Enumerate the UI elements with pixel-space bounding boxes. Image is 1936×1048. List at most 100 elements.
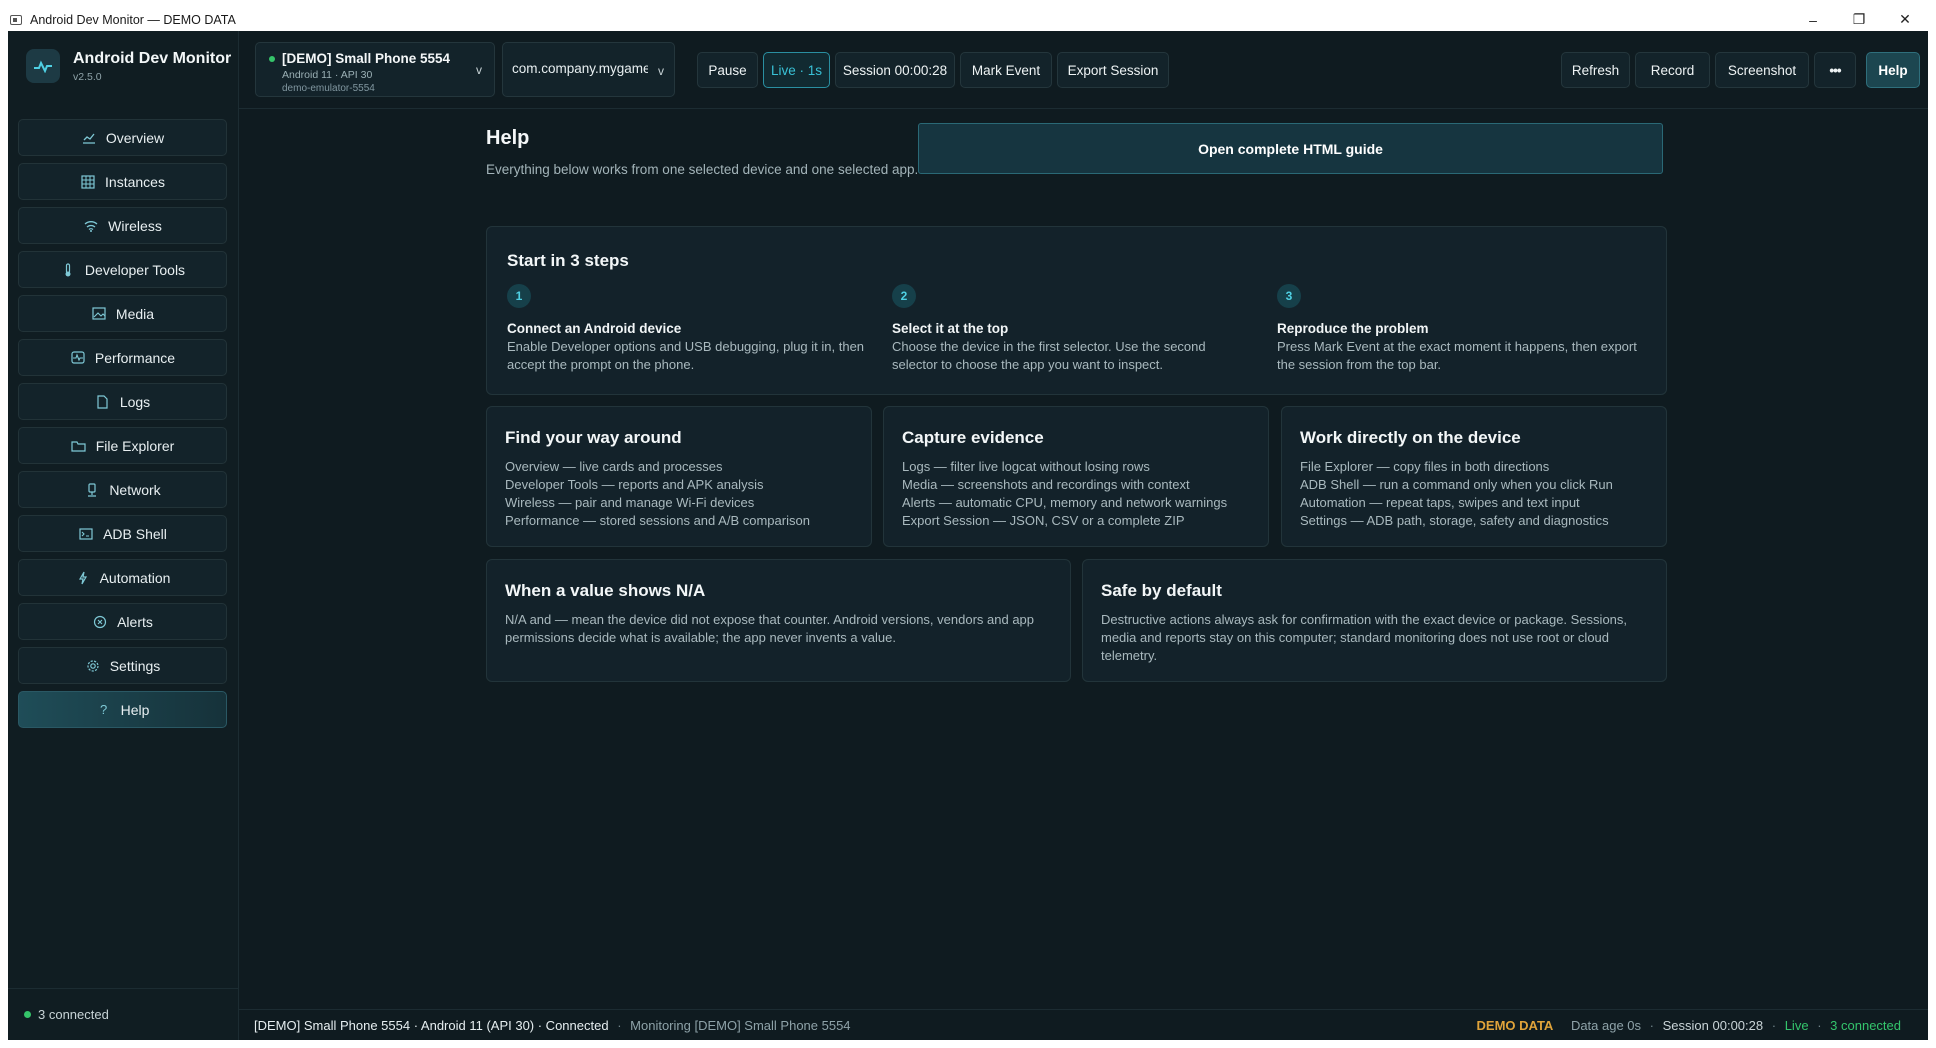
- card-text: N/A and — mean the device did not expose…: [505, 612, 1035, 645]
- status-connected: 3 connected: [1830, 1018, 1901, 1033]
- screenshot-button[interactable]: Screenshot: [1715, 52, 1809, 88]
- status-bar: [DEMO] Small Phone 5554 · Android 11 (AP…: [239, 1009, 1928, 1040]
- start-steps-card: Start in 3 steps 1 Connect an Android de…: [486, 226, 1667, 395]
- brand: Android Dev Monitor v2.5.0: [26, 49, 231, 83]
- refresh-button[interactable]: Refresh: [1561, 52, 1630, 88]
- sidebar-item-media[interactable]: Media: [18, 295, 227, 332]
- card-title: Start in 3 steps: [507, 251, 629, 270]
- session-timer[interactable]: Session 00:00:28: [835, 52, 955, 88]
- card-line: Export Session — JSON, CSV or a complete…: [902, 513, 1185, 528]
- card-text: Destructive actions always ask for confi…: [1101, 612, 1628, 663]
- package-selector[interactable]: com.company.mygame v: [502, 42, 675, 97]
- sidebar-item-overview[interactable]: Overview: [18, 119, 227, 156]
- sidebar-item-label: Alerts: [117, 613, 153, 630]
- pause-button[interactable]: Pause: [697, 52, 758, 88]
- device-selector[interactable]: [DEMO] Small Phone 5554 Android 11 · API…: [255, 42, 495, 97]
- card-line: Performance — stored sessions and A/B co…: [505, 513, 810, 528]
- sidebar-item-label: Overview: [105, 129, 165, 146]
- work-on-device-card: Work directly on the device File Explore…: [1281, 406, 1667, 547]
- open-html-guide-button[interactable]: Open complete HTML guide: [918, 123, 1663, 174]
- sidebar: Android Dev Monitor v2.5.0 Overview Inst…: [8, 31, 239, 1040]
- capture-evidence-card: Capture evidence Logs — filter live logc…: [883, 406, 1269, 547]
- step-title: Reproduce the problem: [1277, 321, 1429, 336]
- step-title: Connect an Android device: [507, 321, 682, 336]
- page-title: Help: [486, 127, 530, 149]
- sidebar-item-label: ADB Shell: [103, 525, 167, 542]
- sidebar-item-alerts[interactable]: Alerts: [18, 603, 227, 640]
- pulse-icon: [70, 350, 86, 366]
- card-line: Logs — filter live logcat without losing…: [902, 459, 1150, 474]
- card-line: Media — screenshots and recordings with …: [902, 477, 1190, 492]
- export-session-button[interactable]: Export Session: [1057, 52, 1169, 88]
- terminal-icon: [78, 526, 94, 542]
- na-value-card: When a value shows N/A N/A and — mean th…: [486, 559, 1071, 682]
- step-text: Press Mark Event at the exact moment it …: [1277, 339, 1637, 372]
- sidebar-nav: Overview Instances Wireless Developer To…: [18, 119, 227, 735]
- package-name: com.company.mygame: [512, 61, 648, 76]
- live-interval-button[interactable]: Live · 1s: [763, 52, 830, 88]
- connection-count: 3 connected: [38, 1007, 109, 1022]
- help-button[interactable]: Help: [1866, 52, 1920, 88]
- sidebar-item-wireless[interactable]: Wireless: [18, 207, 227, 244]
- step-text: Choose the device in the first selector.…: [892, 339, 1206, 372]
- window-titlebar: Android Dev Monitor — DEMO DATA – ❐ ✕: [8, 8, 1928, 31]
- file-icon: [95, 394, 111, 410]
- card-line: Automation — repeat taps, swipes and tex…: [1300, 495, 1580, 510]
- folder-icon: [71, 438, 87, 454]
- more-options-button[interactable]: •••: [1814, 52, 1856, 88]
- page-subtitle: Everything below works from one selected…: [486, 162, 919, 177]
- card-line: Alerts — automatic CPU, memory and netwo…: [902, 495, 1228, 510]
- mark-event-button[interactable]: Mark Event: [960, 52, 1052, 88]
- sidebar-item-network[interactable]: Network: [18, 471, 227, 508]
- minimize-button[interactable]: –: [1790, 8, 1836, 31]
- sidebar-item-label: Logs: [119, 393, 151, 410]
- sidebar-item-developer-tools[interactable]: Developer Tools: [18, 251, 227, 288]
- network-icon: [84, 482, 100, 498]
- sidebar-item-label: Performance: [94, 349, 176, 366]
- sidebar-item-label: Instances: [105, 173, 165, 190]
- card-line: File Explorer — copy files in both direc…: [1300, 459, 1550, 474]
- gear-icon: [85, 658, 101, 674]
- status-monitoring: Monitoring [DEMO] Small Phone 5554: [630, 1018, 851, 1033]
- sidebar-item-adb-shell[interactable]: ADB Shell: [18, 515, 227, 552]
- card-line: Wireless — pair and manage Wi-Fi devices: [505, 495, 755, 510]
- brand-title: Android Dev Monitor: [73, 49, 232, 67]
- sidebar-item-file-explorer[interactable]: File Explorer: [18, 427, 227, 464]
- sidebar-item-label: Network: [109, 481, 161, 498]
- maximize-button[interactable]: ❐: [1836, 8, 1882, 31]
- sidebar-item-help[interactable]: ? Help: [18, 691, 227, 728]
- step-title: Select it at the top: [892, 321, 1009, 336]
- sidebar-item-settings[interactable]: Settings: [18, 647, 227, 684]
- sidebar-item-label: Settings: [109, 657, 161, 674]
- device-status-dot-icon: [269, 55, 275, 62]
- thermometer-icon: [60, 262, 76, 278]
- find-your-way-card: Find your way around Overview — live car…: [486, 406, 872, 547]
- status-dot-icon: [24, 1011, 31, 1018]
- sidebar-item-logs[interactable]: Logs: [18, 383, 227, 420]
- chevron-down-icon: v: [476, 63, 482, 77]
- card-title: Find your way around: [505, 428, 682, 447]
- app-window-icon: [10, 14, 22, 25]
- window-title: Android Dev Monitor — DEMO DATA: [30, 12, 236, 27]
- step-number-badge: 3: [1277, 284, 1301, 308]
- sidebar-item-performance[interactable]: Performance: [18, 339, 227, 376]
- wifi-icon: [83, 218, 99, 234]
- overview-icon: [81, 130, 97, 146]
- sidebar-item-automation[interactable]: Automation: [18, 559, 227, 596]
- status-live: Live: [1784, 1018, 1809, 1033]
- card-title: When a value shows N/A: [505, 581, 706, 600]
- grid-icon: [80, 174, 96, 190]
- help-icon: ?: [99, 702, 108, 717]
- card-title: Capture evidence: [902, 428, 1044, 447]
- device-name: [DEMO] Small Phone 5554: [282, 51, 451, 66]
- sidebar-item-instances[interactable]: Instances: [18, 163, 227, 200]
- record-button[interactable]: Record: [1635, 52, 1710, 88]
- pulse-logo-icon: [26, 49, 60, 83]
- close-button[interactable]: ✕: [1882, 8, 1928, 31]
- card-title: Safe by default: [1101, 581, 1222, 600]
- sidebar-item-label: Developer Tools: [84, 261, 186, 278]
- device-id: demo-emulator-5554: [282, 83, 375, 94]
- window-controls: – ❐ ✕: [1790, 8, 1928, 31]
- automation-icon: [75, 570, 91, 586]
- sidebar-item-label: Help: [120, 701, 150, 718]
